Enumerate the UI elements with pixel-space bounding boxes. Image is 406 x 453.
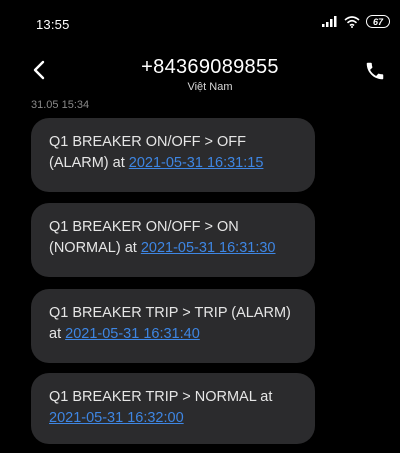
signal-bars-icon	[322, 16, 337, 27]
wifi-icon	[344, 15, 360, 28]
message-bubble: Q1 BREAKER TRIP > TRIP (ALARM) at 2021-0…	[31, 289, 315, 363]
message-bubble: Q1 BREAKER ON/OFF > ON (NORMAL) at 2021-…	[31, 203, 315, 277]
message-bubble: Q1 BREAKER ON/OFF > OFF (ALARM) at 2021-…	[31, 118, 315, 192]
battery-icon: 67	[366, 15, 390, 28]
message-date: 31.05 15:34	[31, 99, 90, 111]
contact-country: Việt Nam	[187, 81, 233, 93]
message-timestamp-link[interactable]: 2021-05-31 16:31:40	[65, 326, 200, 342]
status-icons: 67	[322, 15, 390, 28]
screen: 13:55 67 +84369089855 Việt Nam 31.05 15:…	[0, 0, 406, 453]
status-time: 13:55	[36, 17, 70, 32]
message-timestamp-link[interactable]: 2021-05-31 16:32:00	[49, 410, 184, 426]
message-text: Q1 BREAKER TRIP > NORMAL at	[49, 389, 273, 405]
back-button[interactable]	[28, 58, 52, 82]
contact-number: +84369089855	[141, 56, 279, 78]
messaging-app: 13:55 67 +84369089855 Việt Nam 31.05 15:…	[0, 0, 400, 453]
message-bubble: Q1 BREAKER TRIP > NORMAL at 2021-05-31 1…	[31, 373, 315, 444]
message-timestamp-link[interactable]: 2021-05-31 16:31:15	[129, 155, 264, 171]
phone-icon[interactable]	[364, 60, 386, 82]
message-timestamp-link[interactable]: 2021-05-31 16:31:30	[141, 240, 276, 256]
